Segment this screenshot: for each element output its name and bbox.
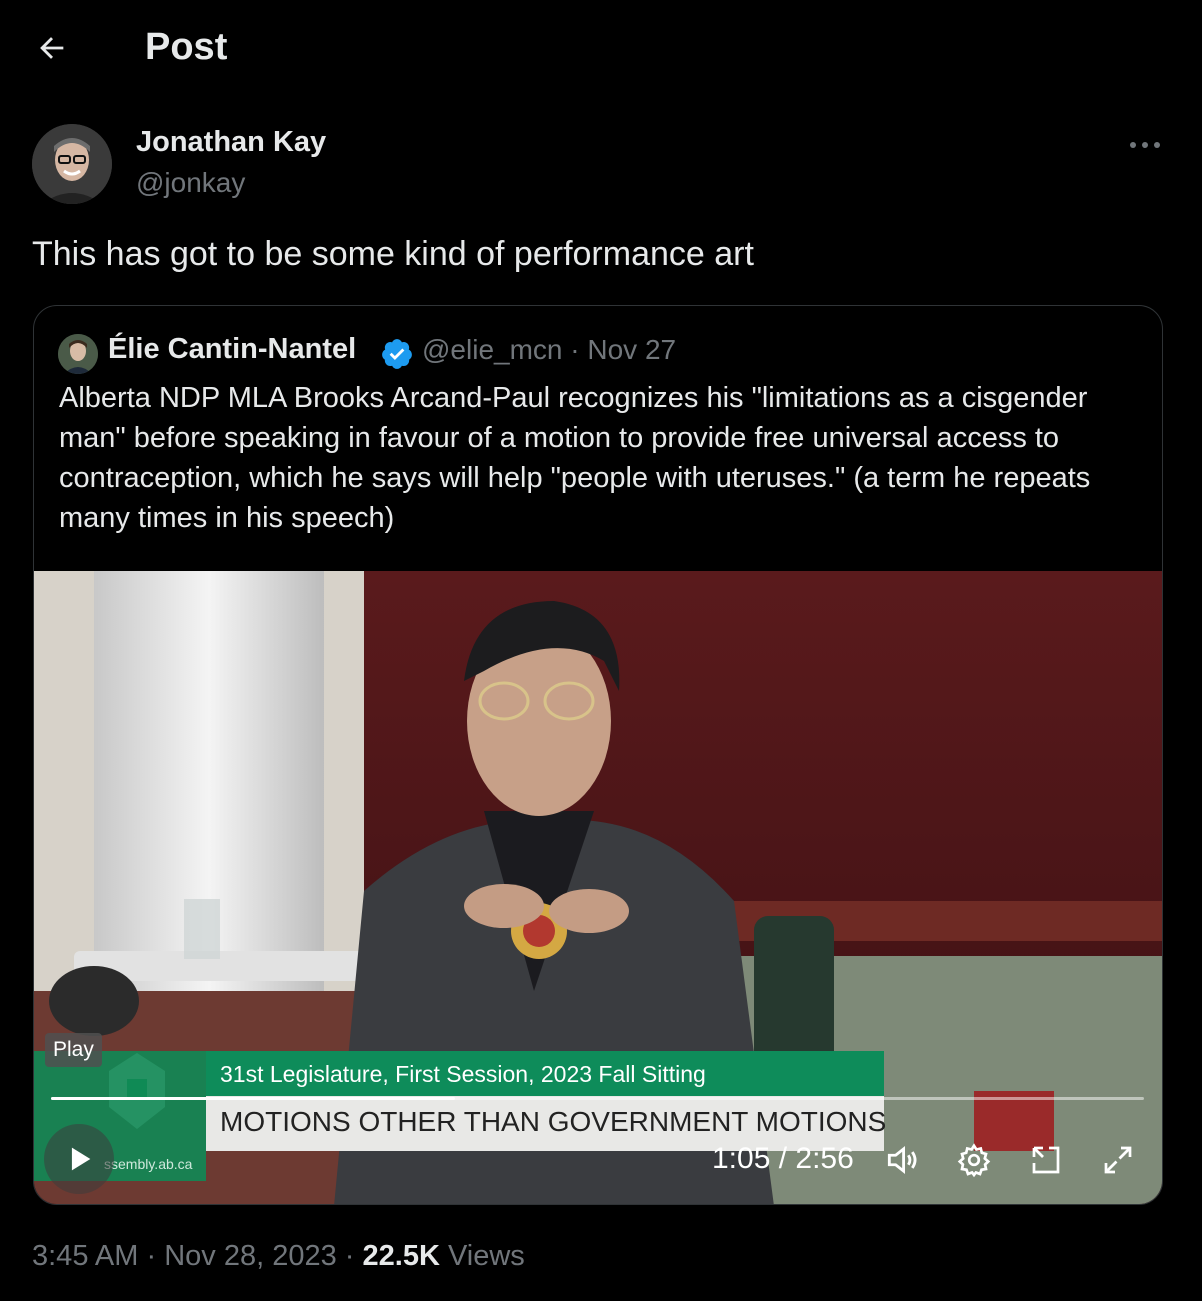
video-progress-fill (51, 1097, 456, 1100)
fullscreen-button[interactable] (1098, 1140, 1138, 1180)
quoted-meta: @elie_mcn · Nov 27 (422, 334, 676, 366)
settings-button[interactable] (954, 1140, 994, 1180)
volume-icon (887, 1145, 917, 1175)
video-time: 1:05 / 2:56 (712, 1142, 854, 1175)
post-metadata: 3:45 AM · Nov 28, 2023 · 22.5K Views (32, 1240, 525, 1273)
author-handle[interactable]: @jonkay (136, 167, 245, 199)
tweet-text: This has got to be some kind of performa… (32, 235, 754, 273)
post-date[interactable]: Nov 28, 2023 (164, 1240, 337, 1272)
quoted-author-handle[interactable]: @elie_mcn (422, 334, 562, 365)
meta-separator: · (146, 1240, 157, 1272)
author-avatar[interactable] (32, 124, 112, 204)
author-name[interactable]: Jonathan Kay (136, 126, 326, 159)
quoted-author-avatar[interactable] (58, 334, 98, 374)
views-count: 22.5K (362, 1240, 440, 1272)
meta-separator: · (570, 334, 580, 365)
verified-badge-icon (382, 339, 412, 369)
play-button[interactable] (44, 1124, 114, 1194)
more-dots-icon (1130, 142, 1160, 148)
gear-icon (957, 1143, 991, 1178)
play-tooltip: Play (45, 1033, 102, 1067)
meta-separator: · (344, 1240, 355, 1272)
top-bar: Post (0, 0, 1202, 96)
pip-icon (1032, 1146, 1060, 1174)
quoted-author-name[interactable]: Élie Cantin-Nantel (108, 333, 356, 366)
volume-button[interactable] (882, 1140, 922, 1180)
picture-in-picture-button[interactable] (1026, 1140, 1066, 1180)
more-options-button[interactable] (1120, 128, 1170, 162)
quoted-tweet-card[interactable]: Élie Cantin-Nantel @elie_mcn · Nov 27 Al… (33, 305, 1163, 1205)
lower-third-line1: 31st Legislature, First Session, 2023 Fa… (206, 1051, 884, 1096)
post-time[interactable]: 3:45 AM (32, 1240, 138, 1272)
quoted-text: Alberta NDP MLA Brooks Arcand-Paul recog… (59, 382, 1091, 534)
arrow-left-icon (40, 37, 64, 59)
avatar-image (32, 124, 112, 204)
views-label: Views (447, 1240, 525, 1272)
avatar-image (58, 334, 98, 374)
expand-icon (1104, 1146, 1132, 1174)
assembly-site-label: ssembly.ab.ca (104, 1156, 193, 1172)
quoted-date[interactable]: Nov 27 (587, 334, 676, 365)
back-button[interactable] (32, 28, 72, 68)
page-title: Post (145, 26, 228, 68)
video-progress-bar[interactable] (51, 1097, 1144, 1100)
play-icon (71, 1147, 91, 1171)
